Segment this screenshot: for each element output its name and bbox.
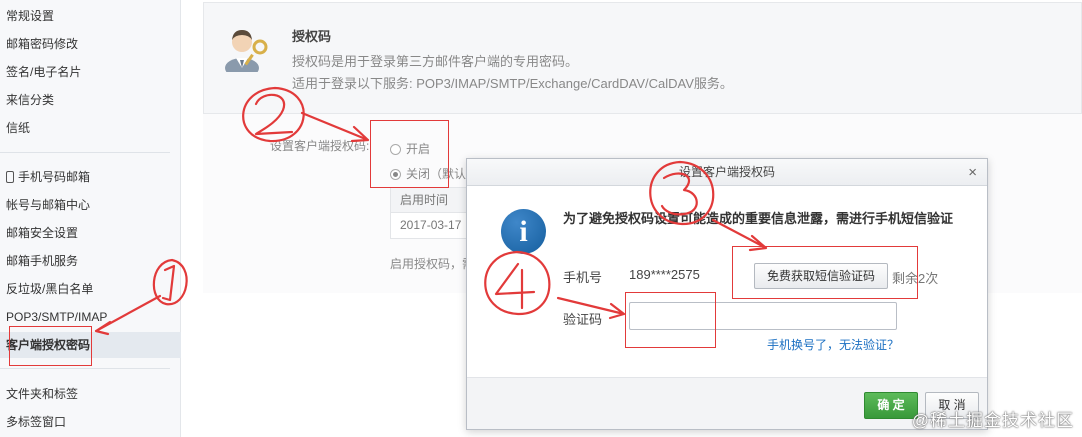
sidebar-item-password[interactable]: 邮箱密码修改 bbox=[6, 31, 78, 57]
screenshot-stage: 常规设置 邮箱密码修改 签名/电子名片 来信分类 信纸 手机号码邮箱 帐号与邮箱… bbox=[0, 0, 1082, 437]
annotation-box-sidebar bbox=[9, 326, 92, 366]
auth-description: 授权码是用于登录第三方邮件客户端的专用密码。 bbox=[292, 54, 579, 69]
sidebar-item-antispam[interactable]: 反垃圾/黑白名单 bbox=[6, 276, 93, 302]
sidebar-item-stationery[interactable]: 信纸 bbox=[6, 115, 30, 141]
phone-icon bbox=[6, 171, 14, 183]
sidebar-item-account-center[interactable]: 帐号与邮箱中心 bbox=[6, 192, 90, 218]
auth-title: 授权码 bbox=[292, 29, 332, 44]
sidebar-item-tabs[interactable]: 多标签窗口 bbox=[6, 409, 66, 435]
sidebar-item-mail-filter[interactable]: 来信分类 bbox=[6, 87, 54, 113]
watermark: @稀土掘金技术社区 bbox=[911, 411, 1074, 430]
confirm-button[interactable]: 确 定 bbox=[864, 392, 918, 419]
code-label: 验证码 bbox=[563, 312, 603, 327]
settings-sidebar: 常规设置 邮箱密码修改 签名/电子名片 来信分类 信纸 手机号码邮箱 帐号与邮箱… bbox=[0, 0, 181, 437]
setting-label: 设置客户端授权码: bbox=[270, 139, 370, 153]
close-icon[interactable]: × bbox=[968, 159, 977, 186]
phone-changed-link[interactable]: 手机换号了，无法验证？ bbox=[767, 336, 899, 353]
auth-services: 适用于登录以下服务: POP3/IMAP/SMTP/Exchange/CardD… bbox=[292, 76, 733, 91]
sidebar-item-phone-service[interactable]: 邮箱手机服务 bbox=[6, 248, 78, 274]
sidebar-item-folders[interactable]: 文件夹和标签 bbox=[6, 381, 78, 407]
annotation-box-radio bbox=[370, 120, 449, 188]
dialog-message: 为了避免授权码设置可能造成的重要信息泄露，需进行手机短信验证 bbox=[563, 211, 954, 226]
sidebar-item-signature[interactable]: 签名/电子名片 bbox=[6, 59, 81, 85]
phone-label: 手机号 bbox=[563, 270, 603, 285]
sidebar-divider bbox=[0, 368, 170, 369]
sidebar-divider bbox=[0, 152, 170, 153]
sidebar-item-general[interactable]: 常规设置 bbox=[6, 3, 54, 29]
sidebar-item-phone-mailbox[interactable]: 手机号码邮箱 bbox=[6, 164, 90, 190]
annotation-box-sms bbox=[732, 246, 918, 299]
dialog-titlebar: 设置客户端授权码 × bbox=[467, 159, 987, 186]
info-icon: i bbox=[501, 209, 546, 254]
sidebar-item-security[interactable]: 邮箱安全设置 bbox=[6, 220, 78, 246]
enable-note: 启用授权码，需 bbox=[390, 257, 475, 271]
annotation-box-code bbox=[625, 292, 716, 348]
user-key-icon bbox=[225, 30, 268, 72]
sidebar-item-label: 手机号码邮箱 bbox=[18, 170, 91, 184]
dialog-title: 设置客户端授权码 bbox=[678, 165, 775, 179]
phone-number: 189****2575 bbox=[629, 267, 700, 282]
